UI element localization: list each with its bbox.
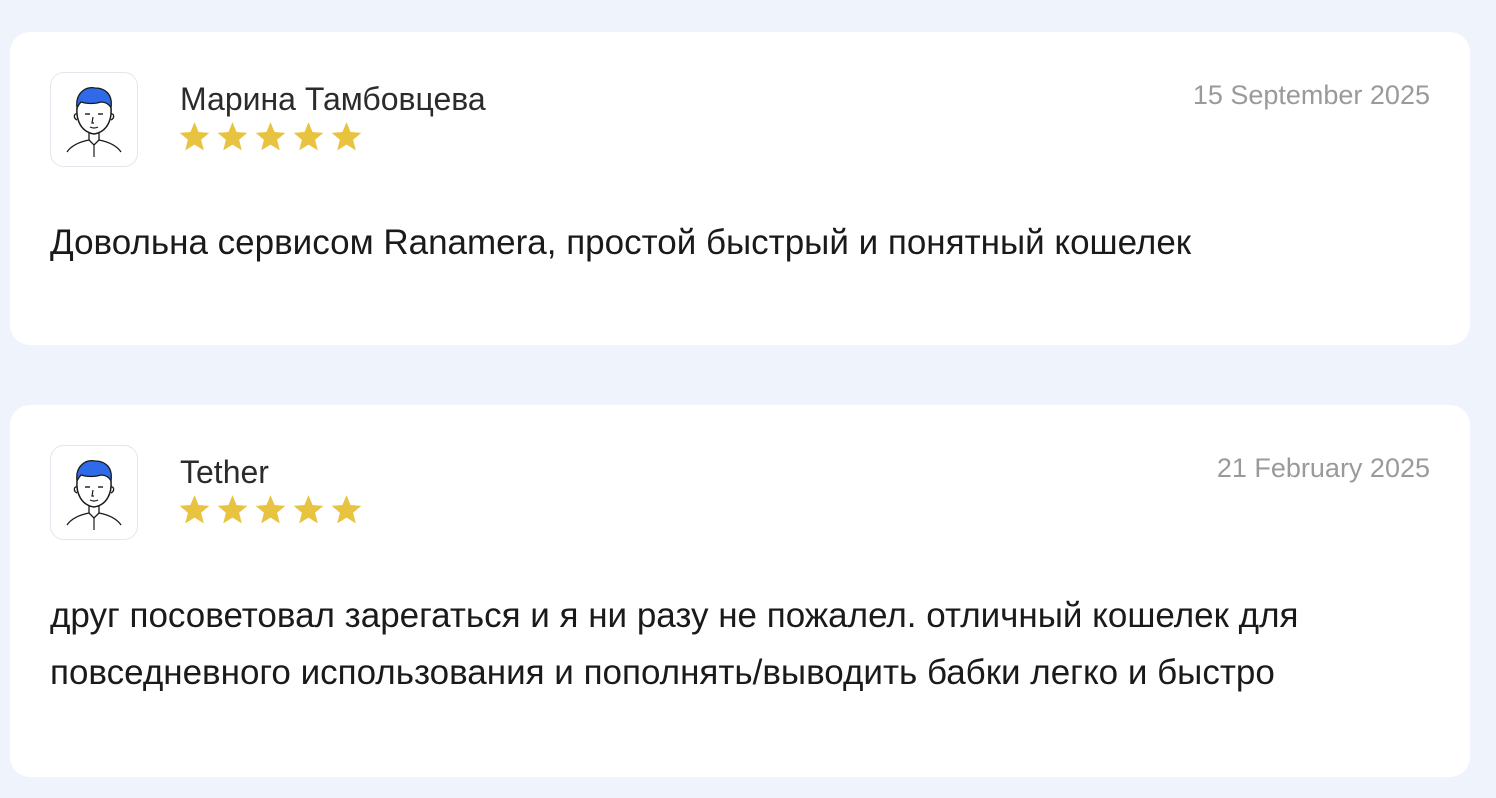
star-icon <box>331 495 362 524</box>
review-card: Марина Тамбовцева 15 September 2025 Дово… <box>10 32 1470 345</box>
user-avatar-icon <box>66 459 122 530</box>
star-icon <box>255 122 286 151</box>
review-date: 15 September 2025 <box>1192 80 1430 110</box>
star-icon <box>217 495 248 524</box>
rating-stars <box>178 494 363 525</box>
star-icon <box>293 122 324 151</box>
star-icon <box>217 122 248 151</box>
star-icon <box>179 122 210 151</box>
star-icon <box>331 122 362 151</box>
avatar <box>50 72 138 167</box>
star-icon <box>255 495 286 524</box>
author-name: Tether <box>180 454 269 490</box>
review-date: 21 February 2025 <box>1216 453 1430 483</box>
review-text: друг посоветовал зарегаться и я ни разу … <box>50 596 1299 692</box>
user-avatar-icon <box>66 86 122 157</box>
rating-stars <box>178 121 363 152</box>
review-card: Tether 21 February 2025 друг посоветовал… <box>10 405 1470 777</box>
author-name: Марина Тамбовцева <box>180 81 486 117</box>
star-icon <box>293 495 324 524</box>
review-text: Довольна сервисом Ranamera, простой быст… <box>50 223 1192 262</box>
avatar <box>50 445 138 540</box>
star-icon <box>179 495 210 524</box>
